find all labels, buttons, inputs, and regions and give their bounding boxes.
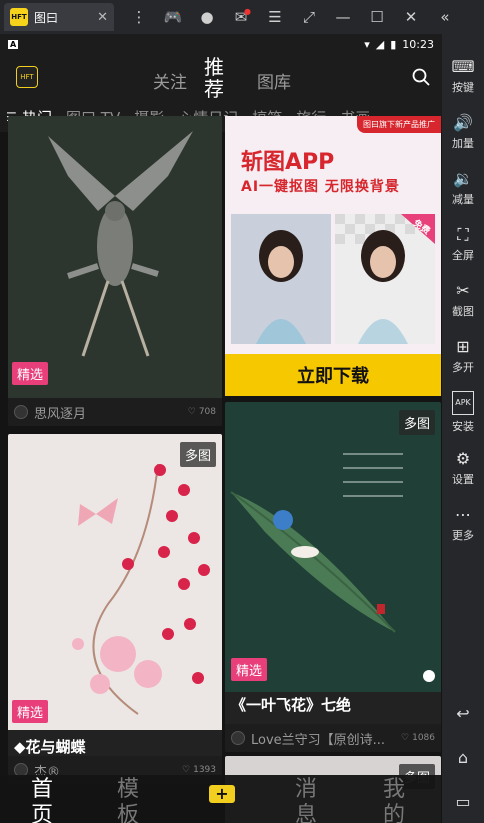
card-title[interactable]: ◆花与蝴蝶	[14, 736, 86, 757]
close-icon[interactable]: ✕	[394, 8, 428, 26]
bird-image	[8, 116, 222, 398]
nav-home[interactable]: 首页	[28, 777, 56, 823]
card-title[interactable]: 《一叶飞花》七绝	[231, 694, 351, 715]
sidebar-item-label: 更多	[452, 528, 474, 542]
back-icon[interactable]: ↩	[442, 691, 484, 735]
mail-icon[interactable]: ✉	[224, 8, 258, 26]
volume-up-icon: 🔊	[453, 112, 473, 132]
like-count: 1086	[412, 733, 435, 743]
scissors-icon: ✂	[456, 280, 470, 300]
menu-icon[interactable]: ☰	[258, 8, 292, 26]
heart-icon[interactable]: ♡	[188, 407, 196, 417]
status-bar: A ▾ ◢ ▮ 10:23	[0, 34, 442, 54]
heart-icon[interactable]: ♡	[182, 765, 190, 775]
sidebar-item-fullscreen[interactable]: ⛶ 全屏	[442, 216, 484, 272]
header-logo[interactable]: HFT	[16, 66, 38, 88]
app-logo: HFT	[10, 8, 28, 26]
ad-card[interactable]: 图曰旗下新产品推广 斩图APP AI一键抠图 无限换背景 免费 立即下载	[225, 116, 441, 396]
status-badge: A	[8, 39, 19, 49]
author-name[interactable]: Love兰守习【原创诗...	[251, 729, 385, 748]
sidebar-item-label: 设置	[452, 472, 474, 486]
more-icon: ⋯	[455, 504, 471, 524]
avatar[interactable]	[231, 731, 245, 745]
sidebar-item-settings[interactable]: ⚙ 设置	[442, 440, 484, 496]
heart-icon[interactable]: ♡	[401, 733, 409, 743]
tab-close-icon[interactable]: ✕	[97, 10, 108, 25]
sidebar-item-label: 截图	[452, 304, 474, 318]
sidebar-item-volume-up[interactable]: 🔊 加量	[442, 104, 484, 160]
ad-title: 斩图APP	[241, 150, 335, 175]
sidebar-item-label: 多开	[452, 360, 474, 374]
sidebar-item-label: 加量	[452, 136, 474, 150]
resize-icon[interactable]: ⤢	[292, 8, 326, 26]
user-icon[interactable]: ●	[190, 8, 224, 26]
app-header: HFT 关注 推荐 图库	[0, 54, 442, 102]
apk-icon: APK	[452, 390, 474, 415]
sidebar-item-more[interactable]: ⋯ 更多	[442, 496, 484, 552]
multi-open-icon: ⊞	[456, 336, 470, 356]
tab-gallery[interactable]: 图库	[257, 68, 291, 93]
gamepad-icon[interactable]: 🎮	[156, 8, 190, 26]
minimize-icon[interactable]: —	[326, 8, 360, 26]
recents-icon[interactable]: ▭	[442, 779, 484, 823]
create-button[interactable]: +	[209, 785, 235, 803]
nav-message[interactable]: 消息	[292, 777, 320, 823]
wifi-icon: ▾	[364, 37, 370, 51]
battery-icon: ▮	[390, 37, 397, 51]
status-dot-icon	[423, 670, 435, 682]
sidebar-item-label: 按键	[452, 80, 474, 94]
featured-tag: 精选	[12, 700, 49, 723]
leaf-image	[225, 402, 441, 692]
sidebar-item-label: 全屏	[452, 248, 474, 262]
feed-card-bird[interactable]: 精选 思风逐月 ♡ 708	[8, 116, 222, 426]
nav-me[interactable]: 我的	[380, 777, 408, 823]
home-icon[interactable]: ⌂	[442, 735, 484, 779]
sidebar-item-volume-down[interactable]: 🔉 减量	[442, 160, 484, 216]
author-name[interactable]: 思风逐月	[34, 403, 86, 422]
sidebar-item-label: 安装	[452, 419, 474, 433]
multi-image-tag: 多图	[179, 442, 216, 467]
keyboard-icon: ⌨	[451, 56, 475, 76]
featured-tag: 精选	[231, 658, 268, 681]
sidebar-item-label: 减量	[452, 192, 474, 206]
promo-badge: 图曰旗下新产品推广	[357, 116, 441, 133]
clock: 10:23	[402, 37, 434, 51]
fullscreen-icon: ⛶	[457, 224, 469, 244]
kebab-menu-icon[interactable]: ⋮	[122, 8, 156, 26]
multi-image-tag: 多图	[398, 410, 435, 435]
ad-subtitle: AI一键抠图 无限换背景	[241, 179, 400, 195]
phone-screen: A ▾ ◢ ▮ 10:23 HFT 关注 推荐 图库 ☰ 热门 图曰 TV 摄影…	[0, 34, 442, 823]
card-meta: Love兰守习【原创诗... ♡ 1086	[225, 724, 441, 752]
flower-image	[8, 434, 222, 730]
tab-follow[interactable]: 关注	[153, 68, 187, 93]
like-count: 1393	[193, 765, 216, 775]
tab-title: 图曰	[34, 10, 59, 25]
emulator-sidebar: ⌨ 按键 🔊 加量 🔉 减量 ⛶ 全屏 ✂ 截图 ⊞ 多开 APK 安装 ⚙ 设置 ⋯ 更多 ↩ …	[442, 34, 484, 823]
gear-icon: ⚙	[455, 448, 471, 468]
feed-card-leaf[interactable]: 多图 精选 《一叶飞花》七绝 Love兰守习【原创诗... ♡ 1086	[225, 402, 441, 752]
sidebar-item-keys[interactable]: ⌨ 按键	[442, 48, 484, 104]
card-meta: 思风逐月 ♡ 708	[8, 398, 222, 426]
signal-icon: ◢	[375, 37, 385, 51]
bottom-nav: 首页 模板 + 消息 我的	[0, 775, 442, 823]
nav-template[interactable]: 模板	[114, 777, 142, 823]
collapse-icon[interactable]: «	[428, 8, 462, 26]
feed-card-flowers[interactable]: 多图 精选 ◆花与蝴蝶 杰® ♡ 1393	[8, 434, 222, 784]
tab-recommend[interactable]: 推荐	[204, 56, 224, 100]
sidebar-item-multi-open[interactable]: ⊞ 多开	[442, 328, 484, 384]
search-icon[interactable]	[412, 68, 430, 86]
sidebar-item-install[interactable]: APK 安装	[442, 384, 484, 440]
maximize-icon[interactable]: ☐	[360, 8, 394, 26]
featured-tag: 精选	[12, 362, 49, 385]
emulator-titlebar: HFT 图曰 ✕ ⋮ 🎮 ● ✉ ● ☰ ⤢ — ☐ ✕ «	[0, 0, 484, 34]
ad-image	[231, 214, 435, 344]
sidebar-item-screenshot[interactable]: ✂ 截图	[442, 272, 484, 328]
download-button[interactable]: 立即下载	[225, 354, 441, 396]
volume-down-icon: 🔉	[453, 168, 473, 188]
like-count: 708	[198, 407, 216, 417]
avatar[interactable]	[14, 405, 28, 419]
emulator-tab[interactable]: HFT 图曰 ✕	[4, 3, 114, 31]
